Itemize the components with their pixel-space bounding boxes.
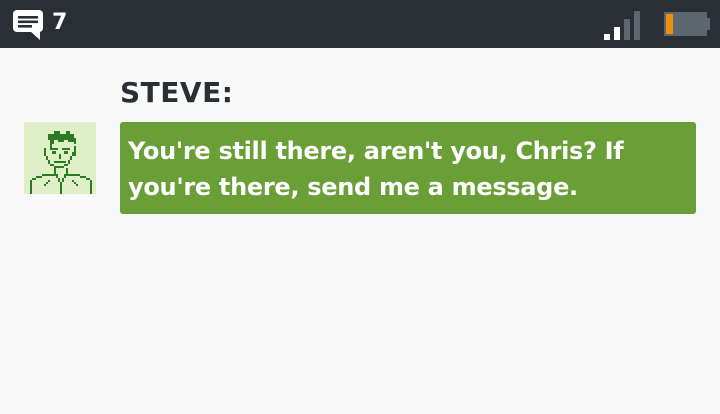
battery-level-fill xyxy=(666,14,673,34)
speaker-name: STEVE: xyxy=(120,76,234,109)
dialogue-bubble[interactable]: You're still there, aren't you, Chris? I… xyxy=(120,122,696,214)
chat-bubble-icon[interactable] xyxy=(12,8,44,40)
signal-bar-4 xyxy=(634,11,640,40)
status-bar: 7 xyxy=(0,0,720,48)
battery-low-icon xyxy=(664,12,710,36)
signal-bar-1 xyxy=(604,34,610,40)
pixel-portrait-steve xyxy=(30,131,92,194)
signal-bar-3 xyxy=(624,19,630,40)
avatar xyxy=(24,122,96,194)
unread-count: 7 xyxy=(52,10,68,35)
dialogue-text: You're still there, aren't you, Chris? I… xyxy=(128,137,624,201)
signal-strength-icon xyxy=(604,11,640,40)
signal-bar-2 xyxy=(614,27,620,40)
